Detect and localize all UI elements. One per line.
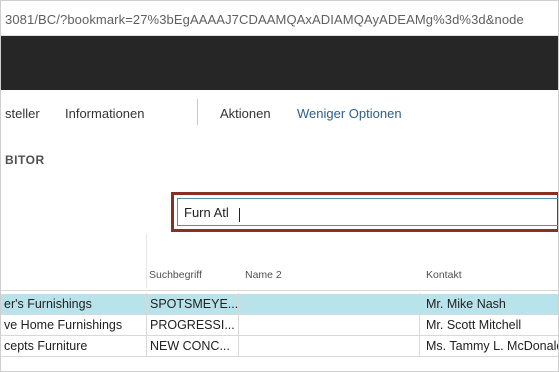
browser-window: 3081/BC/?bookmark=27%3bEgAAAAJ7CDAAMQAxA… — [0, 0, 559, 372]
grid-line — [238, 293, 239, 356]
column-separator — [146, 234, 147, 288]
table-row[interactable]: er's Furnishings SPOTSMEYE... Mr. Mike N… — [1, 294, 558, 314]
grid-line — [419, 293, 420, 356]
search-highlight-box — [171, 192, 558, 232]
address-bar[interactable]: 3081/BC/?bookmark=27%3bEgAAAAJ7CDAAMQAxA… — [1, 1, 558, 36]
row-divider — [1, 356, 558, 357]
table-row[interactable]: ve Home Furnishings PROGRESSI... Mr. Sco… — [1, 315, 558, 335]
table-header-divider — [1, 290, 558, 291]
page-title: BITOR — [5, 153, 45, 167]
column-header-search-term[interactable]: Suchbegriff — [149, 269, 202, 281]
app-header-bar — [1, 36, 558, 90]
cell-contact: Mr. Mike Nash — [426, 297, 506, 311]
column-header-name-2[interactable]: Name 2 — [245, 269, 282, 281]
cell-search-term: NEW CONC... — [150, 339, 230, 353]
cell-search-term: PROGRESSI... — [150, 318, 235, 332]
cell-contact: Mr. Scott Mitchell — [426, 318, 522, 332]
cell-vendor-name[interactable]: er's Furnishings — [4, 297, 144, 311]
search-field[interactable] — [177, 198, 558, 226]
cell-vendor-name[interactable]: ve Home Furnishings — [4, 318, 144, 332]
cell-vendor-name[interactable]: cepts Furniture — [4, 339, 144, 353]
column-header-contact[interactable]: Kontakt — [426, 269, 462, 281]
grid-line — [146, 293, 147, 356]
action-fewer-options[interactable]: Weniger Optionen — [297, 106, 402, 121]
cell-search-term: SPOTSMEYE... — [150, 297, 238, 311]
table-row[interactable]: cepts Furniture NEW CONC... Ms. Tammy L.… — [1, 336, 558, 356]
action-divider — [197, 99, 198, 125]
action-actions[interactable]: Aktionen — [220, 106, 271, 121]
action-vendor[interactable]: steller — [5, 106, 40, 121]
url-text[interactable]: 3081/BC/?bookmark=27%3bEgAAAAJ7CDAAMQAxA… — [5, 12, 524, 27]
action-information[interactable]: Informationen — [65, 106, 145, 121]
text-caret — [239, 208, 240, 222]
search-input[interactable] — [178, 199, 558, 225]
cell-contact: Ms. Tammy L. McDonald — [426, 339, 558, 353]
